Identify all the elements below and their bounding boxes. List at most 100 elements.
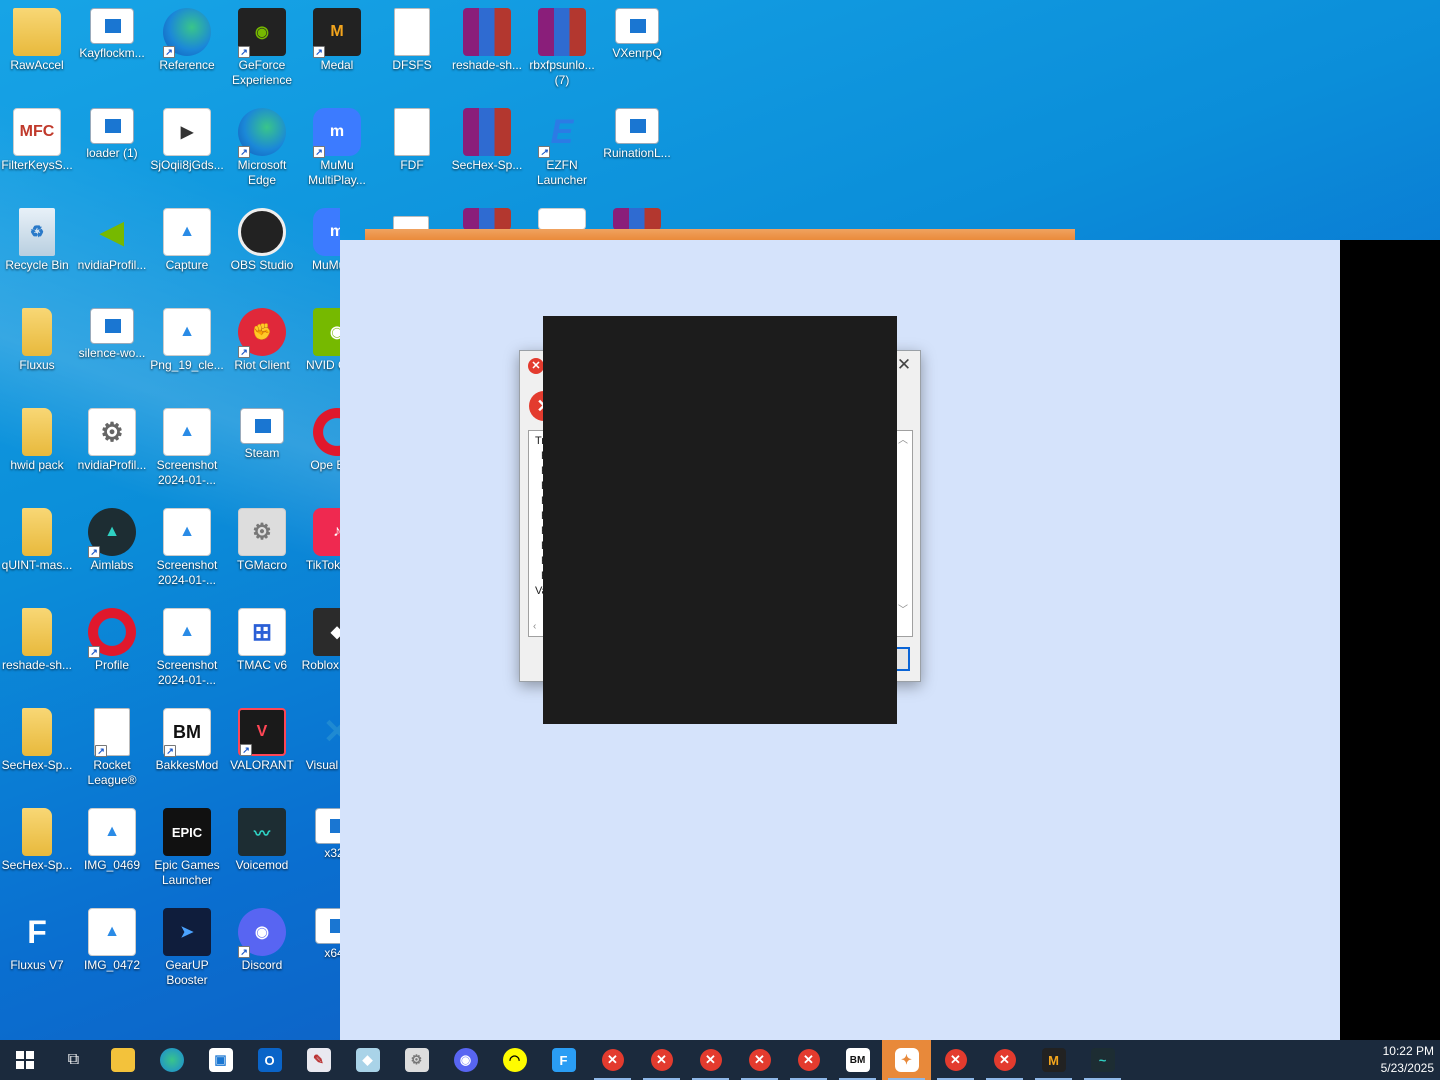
glass-icon: ◆: [355, 1048, 380, 1072]
desktop-icon-sechex-folder-1[interactable]: SecHex-Sp...: [0, 700, 74, 796]
taskbar-error-3[interactable]: ✕: [686, 1040, 735, 1080]
desktop-icon-vscode-partial[interactable]: ✕ Visual S Co: [300, 700, 340, 796]
desktop-icon-tiktok-partial[interactable]: ♪ TikTok Stud: [300, 500, 340, 596]
desktop-icon-discord[interactable]: ◉ ↗ Discord: [225, 900, 299, 996]
nvidia-icon: ◉: [313, 308, 340, 356]
icon-label: Riot Client: [234, 358, 290, 372]
scroll-down-icon[interactable]: ﹀: [896, 603, 910, 617]
desktop-icon-microsoft-edge[interactable]: ↗ Microsoft Edge: [225, 100, 299, 196]
taskbar-error-5[interactable]: ✕: [784, 1040, 833, 1080]
desktop-icon-riot-client[interactable]: ✊ ↗ Riot Client: [225, 300, 299, 396]
desktop-icon-nvidia-geforce-partial[interactable]: ◉ NVID GeFo: [300, 300, 340, 396]
desktop-icon-nvidia-profile[interactable]: ◀ nvidiaProfil...: [75, 200, 149, 296]
desktop-icon-screenshot-3[interactable]: ▲ Screenshot 2024-01-...: [150, 600, 224, 696]
winrar-icon: [463, 208, 511, 230]
desktop-icon-opera-browser-partial[interactable]: Ope Brow: [300, 400, 340, 496]
taskbar-active-app[interactable]: ✦: [882, 1040, 931, 1080]
taskbar-error-7[interactable]: ✕: [980, 1040, 1029, 1080]
desktop-icon-fluxus-v7[interactable]: F Fluxus V7: [0, 900, 74, 996]
desktop-icon-ruination[interactable]: RuinationL...: [600, 100, 674, 196]
scroll-up-icon[interactable]: ︿: [896, 433, 910, 447]
fluxus-icon: F: [551, 1048, 576, 1072]
desktop-icon-roblox-partial[interactable]: ◆ Roblox Playe: [300, 600, 340, 696]
desktop-icon-epic-games[interactable]: EPIC Epic Games Launcher: [150, 800, 224, 896]
nvidia-shield-icon: ◀: [100, 215, 124, 249]
desktop-icon-vxenrpq[interactable]: VXenrpQ: [600, 0, 674, 96]
desktop-icon-rocket-league[interactable]: ↗ Rocket League®: [75, 700, 149, 796]
taskbar-medal[interactable]: M: [1029, 1040, 1078, 1080]
desktop-icon-img-0469[interactable]: ▲ IMG_0469: [75, 800, 149, 896]
taskbar-tgmacro[interactable]: ⚙: [392, 1040, 441, 1080]
desktop-icon-fdf[interactable]: FDF: [375, 100, 449, 196]
taskbar-outlook[interactable]: O: [245, 1040, 294, 1080]
desktop-icon-png19[interactable]: ▲ Png_19_cle...: [150, 300, 224, 396]
taskbar-file-explorer[interactable]: [98, 1040, 147, 1080]
desktop-icon-kayflock[interactable]: Kayflockm...: [75, 0, 149, 96]
desktop-icon-recycle-bin[interactable]: ♻ Recycle Bin: [0, 200, 74, 296]
winrar-icon: [463, 108, 511, 156]
desktop-icon-screenshot-2[interactable]: ▲ Screenshot 2024-01-...: [150, 500, 224, 596]
desktop-icon-reshade-folder[interactable]: reshade-sh...: [0, 600, 74, 696]
taskbar-bakkesmod[interactable]: BM: [833, 1040, 882, 1080]
taskbar-discord[interactable]: ◉: [441, 1040, 490, 1080]
taskbar-glass-app[interactable]: ◆: [343, 1040, 392, 1080]
desktop-icon-bakkesmod[interactable]: BM ↗ BakkesMod: [150, 700, 224, 796]
desktop-icon-sechex-rar[interactable]: SecHex-Sp...: [450, 100, 524, 196]
desktop-icon-profile[interactable]: ↗ Profile: [75, 600, 149, 696]
system-clock[interactable]: 10:22 PM 5/23/2025: [1364, 1043, 1434, 1077]
taskbar-error-6[interactable]: ✕: [931, 1040, 980, 1080]
desktop-icon-nvidia-profile-2[interactable]: ⚙ nvidiaProfil...: [75, 400, 149, 496]
desktop-icon-ezfn[interactable]: E ↗ EZFN Launcher: [525, 100, 599, 196]
taskbar-snapchat[interactable]: ◠: [490, 1040, 539, 1080]
close-button[interactable]: ✕: [894, 355, 914, 375]
desktop-icon-gearup[interactable]: ➤ GearUP Booster: [150, 900, 224, 996]
error-icon: ✕: [993, 1049, 1016, 1071]
taskbar-error-2[interactable]: ✕: [637, 1040, 686, 1080]
icon-label: SecHex-Sp...: [1, 758, 73, 772]
taskbar: ⧉ ▣ O ✎ ◆ ⚙ ◉ ◠ F ✕ ✕ ✕ ✕ ✕ BM ✦ ✕ ✕ M ~: [0, 1040, 1440, 1080]
desktop-icon-filterkeys[interactable]: MFC FilterKeysS...: [0, 100, 74, 196]
desktop-icon-medal[interactable]: M ↗ Medal: [300, 0, 374, 96]
task-view-button[interactable]: ⧉: [49, 1040, 98, 1080]
icon-label: FilterKeysS...: [1, 158, 73, 172]
desktop-icon-screenshot-1[interactable]: ▲ Screenshot 2024-01-...: [150, 400, 224, 496]
desktop-icon-steam[interactable]: Steam: [225, 400, 299, 496]
desktop-icon-rawaccel[interactable]: RawAccel: [0, 0, 74, 96]
taskbar-edge[interactable]: [147, 1040, 196, 1080]
desktop-icon-mumu-12[interactable]: m MuMu 12: [300, 200, 340, 296]
taskbar-error-4[interactable]: ✕: [735, 1040, 784, 1080]
start-button[interactable]: [0, 1040, 49, 1080]
taskbar-brush-app[interactable]: ✎: [294, 1040, 343, 1080]
desktop-icon-tmac[interactable]: ⊞ TMAC v6: [225, 600, 299, 696]
desktop-icon-img-0472[interactable]: ▲ IMG_0472: [75, 900, 149, 996]
desktop-icon-x32-partial[interactable]: x32c: [300, 800, 340, 896]
desktop-icon-x64-partial[interactable]: x64c: [300, 900, 340, 996]
desktop-icon-silence[interactable]: silence-wo...: [75, 300, 149, 396]
taskbar-error-1[interactable]: ✕: [588, 1040, 637, 1080]
desktop-icon-aimlabs[interactable]: ▲ ↗ Aimlabs: [75, 500, 149, 596]
desktop-icon-loader[interactable]: loader (1): [75, 100, 149, 196]
desktop-icon-sechex-folder-2[interactable]: SecHex-Sp...: [0, 800, 74, 896]
desktop-icon-sjoqii[interactable]: ▶ SjOqii8jGds...: [150, 100, 224, 196]
icon-label: reshade-sh...: [1, 658, 73, 672]
desktop-icon-capture[interactable]: ▲ Capture: [150, 200, 224, 296]
error-icon: ✕: [650, 1049, 673, 1071]
desktop-icon-quint[interactable]: qUINT-mas...: [0, 500, 74, 596]
desktop-icon-dfsfs[interactable]: DFSFS: [375, 0, 449, 96]
desktop-icon-tgmacro[interactable]: ⚙ TGMacro: [225, 500, 299, 596]
desktop-icon-hwid-pack[interactable]: hwid pack: [0, 400, 74, 496]
desktop-icon-reference[interactable]: ↗ Reference: [150, 0, 224, 96]
desktop-icon-voicemod[interactable]: 〰 Voicemod: [225, 800, 299, 896]
taskbar-voicemod[interactable]: ~: [1078, 1040, 1127, 1080]
desktop-icon-reshade[interactable]: reshade-sh...: [450, 0, 524, 96]
desktop-icon-valorant[interactable]: V ↗ VALORANT: [225, 700, 299, 796]
taskbar-fluxus[interactable]: F: [539, 1040, 588, 1080]
desktop-icon-mumu-multiplayer[interactable]: m ↗ MuMu MultiPlay...: [300, 100, 374, 196]
desktop-icon-obs[interactable]: OBS Studio: [225, 200, 299, 296]
taskbar-app-window[interactable]: ▣: [196, 1040, 245, 1080]
desktop-icon-rbxfpsunlocker[interactable]: rbxfpsunlo... (7): [525, 0, 599, 96]
desktop-icon-geforce[interactable]: ◉ ↗ GeForce Experience: [225, 0, 299, 96]
scroll-left-icon[interactable]: ‹: [533, 619, 536, 634]
desktop-icon-fluxus-folder[interactable]: Fluxus: [0, 300, 74, 396]
winrar-icon: [613, 208, 661, 230]
